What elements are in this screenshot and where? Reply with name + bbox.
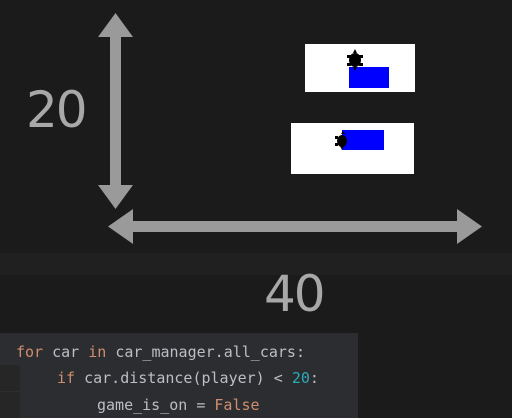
keyword-in: in [88, 343, 107, 361]
keyword-for: for [16, 343, 44, 361]
code-line-assign: game_is_on = False [97, 392, 260, 418]
horizontal-dimension-arrow [108, 209, 482, 244]
indent-guide [0, 392, 20, 418]
colon: : [309, 369, 319, 387]
code-snippet: for car in car_manager.all_cars: if car.… [0, 333, 512, 418]
turtle-icon [335, 131, 347, 150]
condition-expression: car.distance(player) < [75, 369, 292, 387]
vertical-dimension-arrow [98, 13, 133, 209]
vertical-dimension-label: 20 [26, 81, 88, 139]
loop-variable: car [43, 343, 89, 361]
assignment: game_is_on = [97, 396, 215, 414]
distance-threshold: 20 [291, 369, 310, 387]
indent-guide [0, 365, 20, 391]
code-line-for: for car in car_manager.all_cars: [16, 339, 305, 365]
iterable-expression: car_manager.all_cars: [106, 343, 305, 361]
game-snapshot-far [305, 44, 415, 92]
horizontal-dimension-label: 40 [264, 265, 326, 323]
keyword-if: if [57, 369, 76, 387]
code-line-if: if car.distance(player) < 20: [57, 365, 319, 391]
game-snapshot-collision [291, 123, 414, 174]
turtle-icon [347, 49, 363, 71]
boolean-false: False [214, 396, 260, 414]
